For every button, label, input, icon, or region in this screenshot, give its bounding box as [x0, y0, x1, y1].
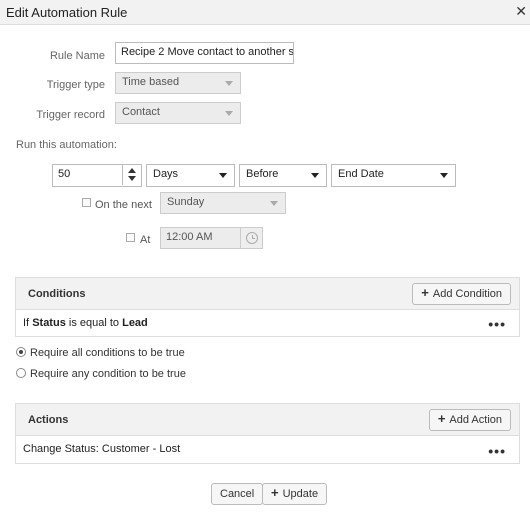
add-action-button[interactable]: + Add Action: [428, 409, 511, 431]
on-next-checkbox[interactable]: [82, 198, 91, 207]
clock-icon: [246, 232, 258, 244]
add-condition-label: Add Condition: [432, 288, 502, 300]
add-condition-button[interactable]: + Add Condition: [412, 283, 511, 305]
unit-select[interactable]: Days: [146, 164, 235, 187]
dialog-titlebar: Edit Automation Rule ✕: [0, 0, 530, 25]
action-more-icon[interactable]: •••: [488, 443, 506, 459]
trigger-type-value: Time based: [122, 76, 180, 88]
at-label: At: [140, 234, 151, 246]
time-input: 12:00 AM: [160, 227, 241, 249]
condition-more-icon[interactable]: •••: [488, 316, 506, 332]
actions-title: Actions: [28, 414, 69, 426]
conditions-header: Conditions + Add Condition: [16, 278, 519, 310]
trigger-type-label: Trigger type: [46, 79, 105, 91]
rule-name-input[interactable]: Recipe 2 Move contact to another sta: [115, 42, 294, 64]
run-automation-label: Run this automation:: [16, 139, 117, 151]
chevron-down-icon: [270, 201, 278, 206]
chevron-down-icon: [219, 173, 227, 178]
actions-panel: Actions + Add Action Change Status: Custo…: [15, 403, 520, 464]
trigger-record-label: Trigger record: [36, 109, 105, 121]
trigger-record-value: Contact: [122, 106, 160, 118]
chevron-down-icon: [225, 111, 233, 116]
date-field-select[interactable]: End Date: [331, 164, 456, 187]
trigger-record-select: Contact: [115, 102, 241, 124]
on-next-value: Sunday: [167, 196, 205, 208]
plus-icon: +: [421, 285, 429, 300]
require-all-radio[interactable]: [16, 347, 26, 357]
trigger-type-select: Time based: [115, 72, 241, 94]
add-action-label: Add Action: [449, 414, 502, 426]
time-picker-button: [240, 227, 263, 249]
plus-icon: +: [437, 411, 446, 426]
at-checkbox[interactable]: [126, 233, 135, 242]
require-all-label: Require all conditions to be true: [30, 347, 185, 359]
actions-header: Actions + Add Action: [16, 404, 519, 436]
condition-operator: is equal to: [68, 317, 120, 329]
amount-input[interactable]: 50: [52, 164, 142, 187]
amount-value: 50: [58, 168, 71, 180]
condition-prefix: If: [23, 317, 30, 329]
cancel-button[interactable]: Cancel: [211, 483, 264, 505]
update-button[interactable]: + Update: [262, 483, 328, 505]
on-next-label: On the next: [95, 199, 152, 211]
dialog-title: Edit Automation Rule: [6, 5, 128, 20]
require-any-label: Require any condition to be true: [30, 368, 186, 380]
condition-field: Status: [32, 317, 66, 329]
relation-value: Before: [246, 168, 279, 180]
conditions-panel: Conditions + Add Condition If Status is e…: [15, 277, 520, 337]
condition-value: Lead: [122, 317, 148, 329]
relation-select[interactable]: Before: [239, 164, 327, 187]
chevron-down-icon: [440, 173, 448, 178]
close-icon[interactable]: ✕: [515, 3, 527, 20]
chevron-down-icon: [225, 81, 233, 86]
require-any-radio[interactable]: [16, 368, 26, 378]
conditions-title: Conditions: [28, 288, 86, 300]
stepper-icon[interactable]: [122, 165, 141, 185]
on-next-select: Sunday: [160, 192, 286, 214]
update-label: Update: [282, 488, 319, 500]
condition-row: If Status is equal to Lead: [23, 317, 148, 329]
rule-name-label: Rule Name: [49, 50, 105, 62]
plus-icon: +: [271, 485, 279, 500]
unit-value: Days: [153, 168, 179, 180]
date-field-value: End Date: [338, 168, 384, 180]
action-row: Change Status: Customer - Lost: [23, 443, 181, 455]
chevron-down-icon: [311, 173, 319, 178]
